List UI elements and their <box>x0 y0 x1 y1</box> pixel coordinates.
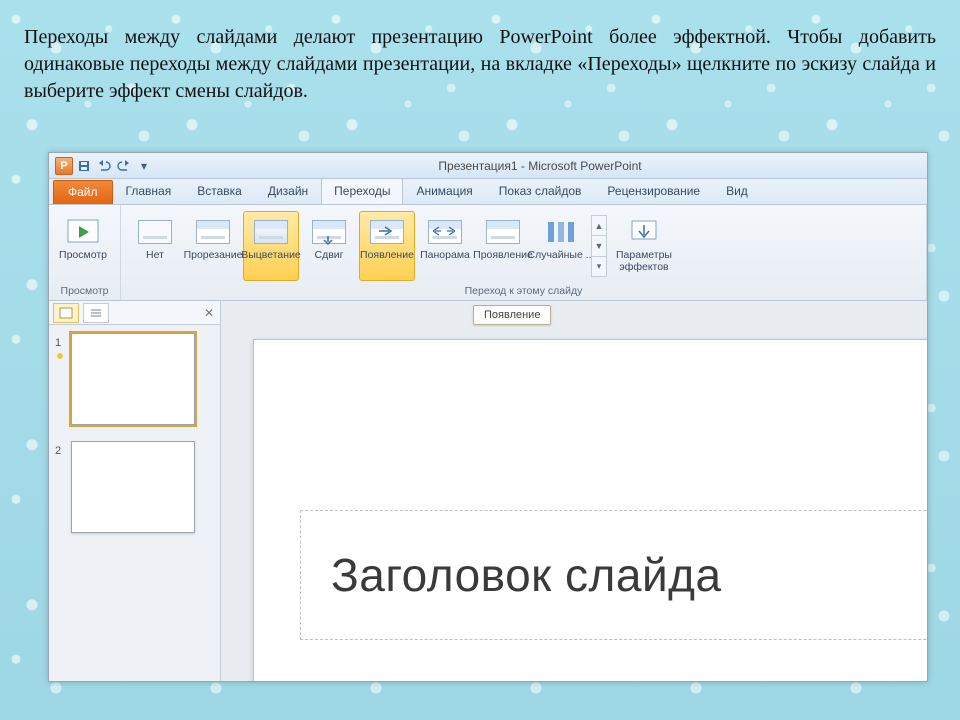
transition-reveal-icon <box>483 216 523 248</box>
ribbon-tabs: Файл Главная Вставка Дизайн Переходы Ани… <box>49 179 927 205</box>
transition-random-icon <box>541 216 581 248</box>
tab-animation[interactable]: Анимация <box>403 178 485 204</box>
slides-tab-icon[interactable] <box>53 303 79 323</box>
slide-thumbnail-2[interactable]: 2 <box>55 441 214 533</box>
tab-home[interactable]: Главная <box>113 178 185 204</box>
ribbon: Просмотр Просмотр Нет Прорезание Выцвета… <box>49 205 927 301</box>
transition-fade-icon <box>251 216 291 248</box>
slide-thumbnail-1[interactable]: 1 <box>55 333 214 425</box>
transition-appear-icon <box>367 216 407 248</box>
transition-none-icon <box>135 216 175 248</box>
transition-none[interactable]: Нет <box>127 211 183 281</box>
outline-tab-icon[interactable] <box>83 303 109 323</box>
transition-push-icon <box>309 216 349 248</box>
undo-icon[interactable] <box>95 157 113 175</box>
tab-transitions[interactable]: Переходы <box>321 178 403 204</box>
slide-thumbnails: 1 2 <box>49 325 220 681</box>
slide-editor: Появление Заголовок слайда <box>221 301 927 681</box>
transition-split-icon <box>425 216 465 248</box>
quick-access-toolbar: P ▾ <box>49 157 153 175</box>
transition-push[interactable]: Сдвиг <box>301 211 357 281</box>
tab-file[interactable]: Файл <box>53 180 113 204</box>
transition-label: Случайные ... <box>528 250 595 262</box>
gallery-scroll[interactable]: ▲ ▼ ▾ <box>591 215 607 277</box>
tab-insert[interactable]: Вставка <box>184 178 255 204</box>
app-icon[interactable]: P <box>55 157 73 175</box>
title-placeholder-text: Заголовок слайда <box>331 548 722 602</box>
effect-options-label: Параметры эффектов <box>610 250 678 273</box>
qat-customize-icon[interactable]: ▾ <box>135 157 153 175</box>
tab-slideshow[interactable]: Показ слайдов <box>486 178 595 204</box>
transition-appear[interactable]: Появление <box>359 211 415 281</box>
preview-icon <box>63 216 103 248</box>
effect-options-button[interactable]: Параметры эффектов <box>609 211 679 281</box>
group-label-transitions: Переход к этому слайду <box>121 283 926 300</box>
transition-label: Проявление <box>473 250 533 262</box>
transition-split[interactable]: Панорама <box>417 211 473 281</box>
transition-label: Прорезание <box>184 250 243 262</box>
transition-label: Сдвиг <box>315 250 344 262</box>
ribbon-group-preview: Просмотр Просмотр <box>49 205 121 300</box>
transition-label: Выцветание <box>241 250 301 262</box>
ribbon-group-transitions: Нет Прорезание Выцветание Сдвиг <box>121 205 927 300</box>
transition-label: Появление <box>360 250 414 262</box>
tab-review[interactable]: Рецензирование <box>594 178 713 204</box>
save-icon[interactable] <box>75 157 93 175</box>
slide-panel: ✕ 1 2 <box>49 301 221 681</box>
slide-indicator: 2 <box>55 441 65 533</box>
preview-button-label: Просмотр <box>59 250 107 262</box>
powerpoint-window: P ▾ Презентация1 - Microsoft PowerPoint … <box>48 152 928 682</box>
tab-design[interactable]: Дизайн <box>255 178 321 204</box>
transition-cut-icon <box>193 216 233 248</box>
transition-random[interactable]: Случайные ... <box>533 211 589 281</box>
window-title: Презентация1 - Microsoft PowerPoint <box>153 159 927 173</box>
transition-reveal[interactable]: Проявление <box>475 211 531 281</box>
slide-mini[interactable] <box>71 333 195 425</box>
transition-tooltip: Появление <box>473 305 551 325</box>
workspace: ✕ 1 2 Появление <box>49 301 927 681</box>
panel-close-icon[interactable]: ✕ <box>204 306 214 320</box>
effect-options-icon <box>624 216 664 248</box>
instruction-caption: Переходы между слайдами делают презентац… <box>24 24 936 105</box>
transition-label: Панорама <box>420 250 470 262</box>
transition-cut[interactable]: Прорезание <box>185 211 241 281</box>
slide-canvas[interactable]: Заголовок слайда <box>253 339 927 681</box>
title-placeholder[interactable]: Заголовок слайда <box>300 510 927 640</box>
slide-indicator: 1 <box>55 333 65 425</box>
slide-panel-tabs: ✕ <box>49 301 220 325</box>
slide-number: 1 <box>55 335 65 349</box>
group-label-preview: Просмотр <box>49 283 120 300</box>
transition-fade[interactable]: Выцветание <box>243 211 299 281</box>
transition-label: Нет <box>146 250 164 262</box>
transition-indicator-icon <box>55 351 65 361</box>
slide-number: 2 <box>55 443 65 457</box>
preview-button[interactable]: Просмотр <box>55 211 111 281</box>
title-bar: P ▾ Презентация1 - Microsoft PowerPoint <box>49 153 927 179</box>
slide-mini[interactable] <box>71 441 195 533</box>
tab-view[interactable]: Вид <box>713 178 761 204</box>
redo-icon[interactable] <box>115 157 133 175</box>
